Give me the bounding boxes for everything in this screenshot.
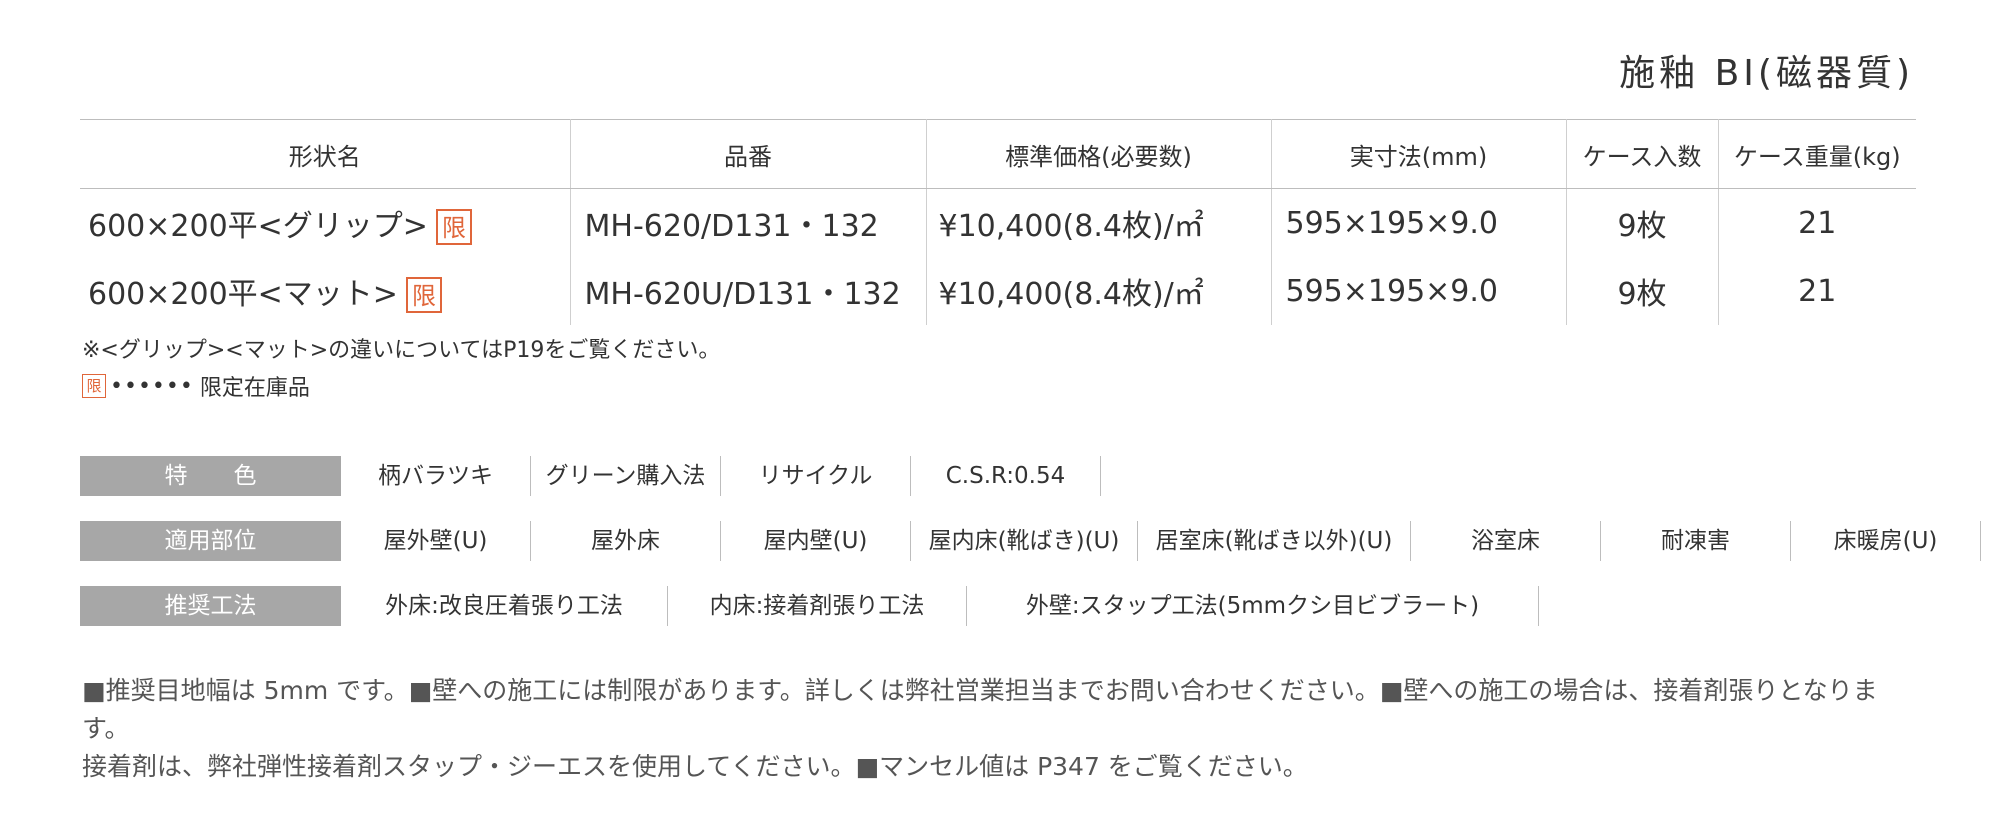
method-item: 内床:接着剤張り工法 [668,586,967,626]
footer-notes: ■推奨目地幅は 5mm です。■壁への施工には制限があります。詳しくは弊社営業担… [82,672,1922,786]
features-label: 特 色 [80,456,341,496]
area-item: 屋内壁(U) [721,521,911,561]
methods-label: 推奨工法 [80,586,341,626]
spec-table: 形状名 品番 標準価格(必要数) 実寸法(mm) ケース入数 ケース重量(kg)… [80,119,1916,325]
table-row: 600×200平<グリップ> 限 MH-620/D131・132 ¥10,400(… [80,188,1916,257]
price: ¥10,400(8.4枚)/㎡ [926,257,1272,325]
method-item: 外壁:スタップ工法(5mmクシ目ビブラート) [967,586,1539,626]
shape-name: 600×200平<グリップ> [88,208,428,244]
features-row: 特 色 柄バラツキ グリーン購入法 リサイクル C.S.R:0.54 [80,456,1101,496]
header-product-code: 品番 [570,119,927,189]
category-title: 施釉 BI(磁器質) [1619,53,1914,94]
case-qty: 9枚 [1566,188,1719,257]
shape-name: 600×200平<マット> [88,276,398,312]
case-weight: 21 [1798,273,1837,309]
feature-item: リサイクル [721,456,911,496]
limited-stock-badge: 限 [435,209,472,246]
product-code: MH-620U/D131・132 [570,257,927,325]
feature-item: C.S.R:0.54 [911,456,1101,496]
header-size: 実寸法(mm) [1271,119,1567,189]
area-item: 屋外床 [531,521,721,561]
area-item: 耐凍害 [1601,521,1791,561]
limited-legend-text: 限定在庫品 [199,376,310,401]
area-item: 居室床(靴ばき以外)(U) [1138,521,1411,561]
header-shape-name: 形状名 [80,119,571,189]
footer-line-2: 接着剤は、弊社弾性接着剤スタップ・ジーエスを使用してください。■マンセル値は P… [82,752,1308,781]
table-row: 600×200平<マット> 限 MH-620U/D131・132 ¥10,400(… [80,257,1916,325]
limited-stock-badge: 限 [405,277,442,314]
leader-dots: •••••• [110,373,194,399]
header-case-qty: ケース入数 [1566,119,1719,189]
case-qty: 9枚 [1566,257,1719,325]
table-header-row: 形状名 品番 標準価格(必要数) 実寸法(mm) ケース入数 ケース重量(kg) [80,119,1916,189]
feature-item: グリーン購入法 [531,456,721,496]
grip-matte-note: ※<グリップ><マット>の違いについてはP19をご覧ください。 [82,338,721,363]
area-item: 屋外壁(U) [341,521,531,561]
area-item: 床暖房(U) [1791,521,1981,561]
product-code: MH-620/D131・132 [570,188,927,257]
case-weight: 21 [1798,205,1837,241]
header-case-weight: ケース重量(kg) [1718,119,1916,189]
feature-item: 柄バラツキ [341,456,531,496]
methods-row: 推奨工法 外床:改良圧着張り工法 内床:接着剤張り工法 外壁:スタップ工法(5m… [80,586,1539,626]
area-item: 屋内床(靴ばき)(U) [911,521,1138,561]
actual-size: 595×195×9.0 [1271,257,1567,325]
area-item: 浴室床 [1411,521,1601,561]
areas-label: 適用部位 [80,521,341,561]
limited-legend-badge: 限 [82,374,106,398]
header-price: 標準価格(必要数) [926,119,1272,189]
shape-name-cell: 600×200平<マット> 限 [80,257,571,325]
method-item: 外床:改良圧着張り工法 [341,586,668,626]
actual-size: 595×195×9.0 [1271,188,1567,257]
shape-name-cell: 600×200平<グリップ> 限 [80,188,571,257]
price: ¥10,400(8.4枚)/㎡ [926,188,1272,257]
legend-note: 限 •••••• 限定在庫品 [82,370,310,402]
footer-line-1: ■推奨目地幅は 5mm です。■壁への施工には制限があります。詳しくは弊社営業担… [82,676,1878,743]
areas-row: 適用部位 屋外壁(U) 屋外床 屋内壁(U) 屋内床(靴ばき)(U) 居室床(靴… [80,521,1981,561]
